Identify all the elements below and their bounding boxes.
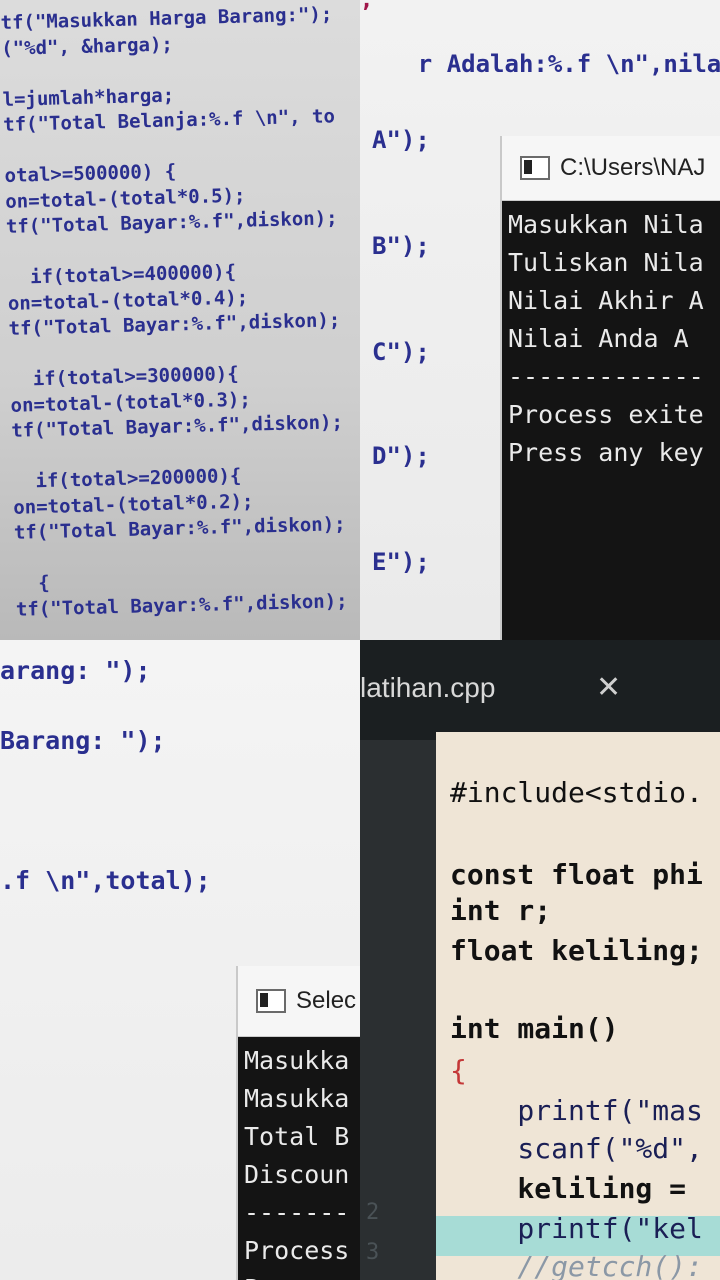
semicolon-fragment: ;: [360, 0, 374, 13]
code-line: tf("Total Belanja:%.f \n", to: [2, 105, 336, 136]
code-line: tf("Total Bayar:%.f",diskon);: [15, 589, 348, 621]
console-line: Masukka: [244, 1046, 350, 1075]
grade-printf-line: A");: [372, 126, 430, 154]
editor-tab-bar: latihan.cpp ✕: [360, 640, 720, 740]
console-line: -------: [244, 1198, 350, 1227]
line-number: 3: [366, 1240, 380, 1265]
console-title: Selec: [296, 987, 357, 1014]
tab-latihan-cpp[interactable]: latihan.cpp: [360, 672, 495, 704]
console-window[interactable]: C:\Users\NAJ Masukkan Nila Tuliskan Nila N…: [500, 136, 720, 640]
console-window-small[interactable]: Selec Masukka Masukka Total B Discoun ------…: [236, 966, 360, 1280]
code-line: tf("Masukkan Harga Barang:");: [0, 3, 333, 34]
console-output: Masukka Masukka Total B Discoun ------- Proce…: [238, 1038, 360, 1280]
line-number: 2: [366, 1200, 380, 1225]
grade-printf-line: B");: [372, 232, 430, 260]
code-line: if(total>=200000){: [12, 464, 242, 493]
code-line: ("%d", &harga);: [0, 32, 174, 60]
code-line: tf("Total Bayar:%.f",diskon);: [10, 411, 344, 442]
console-line: Process: [244, 1236, 350, 1265]
code-line: printf("kel: [450, 1212, 703, 1245]
grade-printf-line: E");: [372, 548, 430, 576]
code-line: tf("Total Bayar:%.f",diskon);: [8, 309, 341, 340]
console-app-icon: [256, 989, 286, 1013]
code-editor[interactable]: #include<stdio. const float phi int r; floa…: [436, 732, 720, 1280]
line-number-gutter: 234: [360, 740, 436, 1280]
code-line: on=total-(total*0.4);: [7, 286, 249, 315]
code-line: if(total>=300000){: [9, 362, 239, 391]
console-line: Masukka: [244, 1084, 350, 1113]
code-line: #include<stdio.: [450, 776, 703, 809]
code-line: l=jumlah*harga;: [2, 83, 175, 111]
grade-printf-line: C");: [372, 338, 430, 366]
code-line: int main(): [450, 1012, 619, 1045]
code-line: arang: ");: [0, 656, 151, 685]
console-output: Masukkan Nila Tuliskan Nila Nilai Akhir A N…: [502, 202, 720, 640]
code-line: int r;: [450, 894, 552, 927]
console-line: Nilai Akhir A: [508, 286, 704, 315]
console-line: Process exite: [508, 400, 704, 429]
code-text: r Adalah:%.f \n",nilai): [417, 50, 720, 78]
console-line: Nilai Anda A: [508, 324, 689, 353]
printf-nilai-line: r Adalah:%.f \n",nilai): [360, 22, 720, 106]
console-title: C:\Users\NAJ: [560, 154, 706, 181]
code-line: printf("mas: [450, 1094, 703, 1127]
code-line: Barang: ");: [0, 726, 166, 755]
code-line: on=total-(total*0.3);: [10, 388, 252, 417]
console-line: Press a: [244, 1270, 360, 1280]
code-line: on=total-(total*0.5);: [4, 184, 246, 213]
code-photo-top-left: tf("Masukkan Harga Barang:"); ("%d", &har…: [0, 0, 360, 640]
console-app-icon: [520, 156, 550, 180]
code-line: {: [450, 1054, 467, 1087]
code-line: on=total-(total*0.2);: [12, 490, 254, 519]
code-line: .f \n",total);: [0, 866, 211, 895]
code-line: float keliling;: [450, 934, 703, 967]
code-line: keliling =: [450, 1172, 703, 1205]
code-photo-top-right: ; r Adalah:%.f \n",nilai) A"); B"); C"); D"…: [360, 0, 720, 640]
code-photo-bottom-left: arang: "); Barang: "); .f \n",total); Sele…: [0, 640, 360, 1280]
grade-printf-line: D");: [372, 442, 430, 470]
console-line: Total B: [244, 1122, 350, 1151]
code-line: scanf("%d",: [450, 1132, 703, 1165]
code-line: tf("Total Bayar:%.f",diskon);: [13, 513, 346, 544]
code-line: otal>=500000) {: [4, 160, 177, 187]
code-line: tf("Total Bayar:%.f",diskon);: [5, 207, 338, 238]
code-line: if(total>=400000){: [6, 260, 237, 289]
code-line: {: [14, 571, 50, 595]
console-title-bar[interactable]: C:\Users\NAJ: [502, 136, 720, 201]
console-line: Press any key: [508, 438, 704, 467]
console-line: Tuliskan Nila: [508, 248, 704, 277]
console-line: Discoun: [244, 1160, 350, 1189]
console-line: -------------: [508, 362, 704, 391]
code-line: const float phi: [450, 858, 703, 891]
close-icon[interactable]: ✕: [596, 670, 621, 705]
console-line: Masukkan Nila: [508, 210, 704, 239]
code-line: //getcch():: [450, 1250, 703, 1280]
ide-editor-photo: latihan.cpp ✕ 234 #include<stdio.const f…: [360, 640, 720, 1280]
console-title-bar[interactable]: Selec: [238, 966, 360, 1037]
